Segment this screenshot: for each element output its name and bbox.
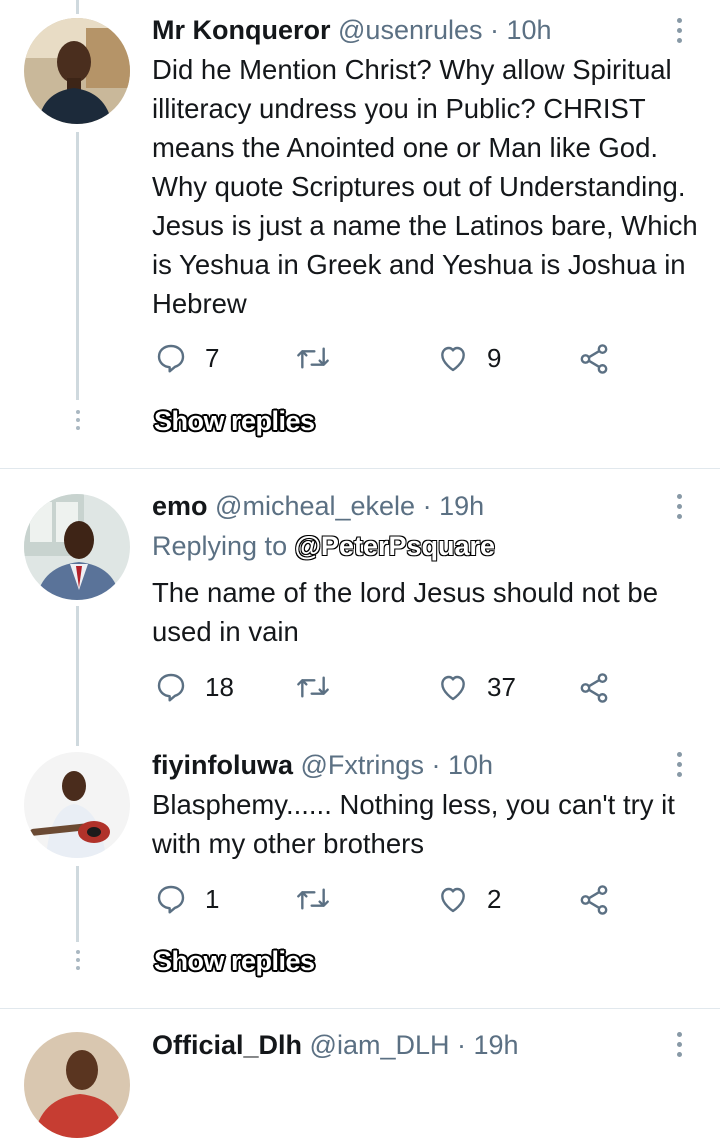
tweet-time[interactable]: · 10h [431, 750, 493, 780]
share-icon [580, 673, 608, 703]
share-icon [580, 885, 608, 915]
retweet-button[interactable] [295, 671, 331, 703]
like-count: 9 [487, 342, 502, 373]
author-name[interactable]: Official_Dlh [152, 1030, 302, 1060]
thread-continuation-dots [73, 410, 82, 430]
author-handle[interactable]: @Fxtrings [301, 750, 424, 780]
divider [0, 468, 720, 469]
tweet-time[interactable]: · 19h [457, 1030, 519, 1060]
show-replies-link[interactable]: Show replies [154, 406, 315, 437]
retweet-button[interactable] [295, 883, 331, 915]
share-icon [580, 344, 608, 374]
author-handle[interactable]: @micheal_ekele [215, 491, 415, 521]
avatar[interactable] [24, 752, 130, 858]
author-name[interactable]: Mr Konqueror [152, 15, 331, 45]
tweet-actions: 7 9 [155, 342, 625, 378]
author-name[interactable]: fiyinfoluwa [152, 750, 293, 780]
avatar[interactable] [24, 18, 130, 124]
thread-line [76, 606, 79, 746]
like-button[interactable]: 9 [437, 342, 501, 374]
reply-icon [157, 673, 185, 702]
more-options-button[interactable] [670, 752, 688, 777]
thread-continuation-dots [73, 950, 82, 970]
tweet-actions: 18 37 [155, 671, 625, 707]
tweet-header: Mr Konqueror @usenrules · 10h [152, 14, 552, 46]
like-button[interactable]: 2 [437, 883, 501, 915]
thread-line [76, 866, 79, 942]
reply-button[interactable]: 7 [155, 342, 219, 374]
divider [0, 1008, 720, 1009]
reply-icon [157, 885, 185, 914]
tweet-time[interactable]: · 19h [423, 491, 485, 521]
tweet-text: The name of the lord Jesus should not be… [152, 577, 659, 647]
tweet-text: Did he Mention Christ? Why allow Spiritu… [152, 54, 698, 319]
tweet-header: emo @micheal_ekele · 19h [152, 490, 484, 522]
reply-button[interactable]: 1 [155, 883, 219, 915]
more-options-button[interactable] [670, 18, 688, 43]
tweet-text: Blasphemy...... Nothing less, you can't … [152, 789, 675, 859]
thread-line [76, 132, 79, 400]
like-count: 2 [487, 883, 502, 914]
heart-icon [441, 675, 465, 701]
heart-icon [441, 346, 465, 372]
tweet-header: fiyinfoluwa @Fxtrings · 10h [152, 749, 493, 781]
reply-count: 1 [205, 883, 220, 914]
thread-line [76, 0, 79, 14]
more-options-button[interactable] [670, 494, 688, 519]
replying-to-label: Replying to [152, 531, 288, 561]
retweet-button[interactable] [295, 342, 331, 374]
avatar[interactable] [24, 1032, 130, 1138]
tweet-actions: 1 2 [155, 883, 625, 919]
replying-to: Replying to @PeterPsquare [152, 530, 496, 562]
reply-icon [157, 344, 185, 373]
share-button[interactable] [577, 883, 611, 917]
author-handle[interactable]: @usenrules [338, 15, 482, 45]
author-handle[interactable]: @iam_DLH [310, 1030, 450, 1060]
share-button[interactable] [577, 671, 611, 705]
reply-count: 7 [205, 342, 220, 373]
retweet-icon [297, 676, 329, 698]
retweet-icon [297, 347, 329, 369]
reply-count: 18 [205, 671, 234, 702]
heart-icon [441, 887, 465, 913]
tweet-header: Official_Dlh @iam_DLH · 19h [152, 1029, 519, 1061]
share-button[interactable] [577, 342, 611, 376]
mention-link[interactable]: @PeterPsquare [294, 530, 496, 561]
like-button[interactable]: 37 [437, 671, 516, 703]
retweet-icon [297, 888, 329, 910]
author-name[interactable]: emo [152, 491, 208, 521]
show-replies-link[interactable]: Show replies [154, 946, 315, 977]
avatar[interactable] [24, 494, 130, 600]
more-options-button[interactable] [670, 1032, 688, 1057]
reply-button[interactable]: 18 [155, 671, 234, 703]
like-count: 37 [487, 671, 516, 702]
tweet-time[interactable]: · 10h [490, 15, 552, 45]
